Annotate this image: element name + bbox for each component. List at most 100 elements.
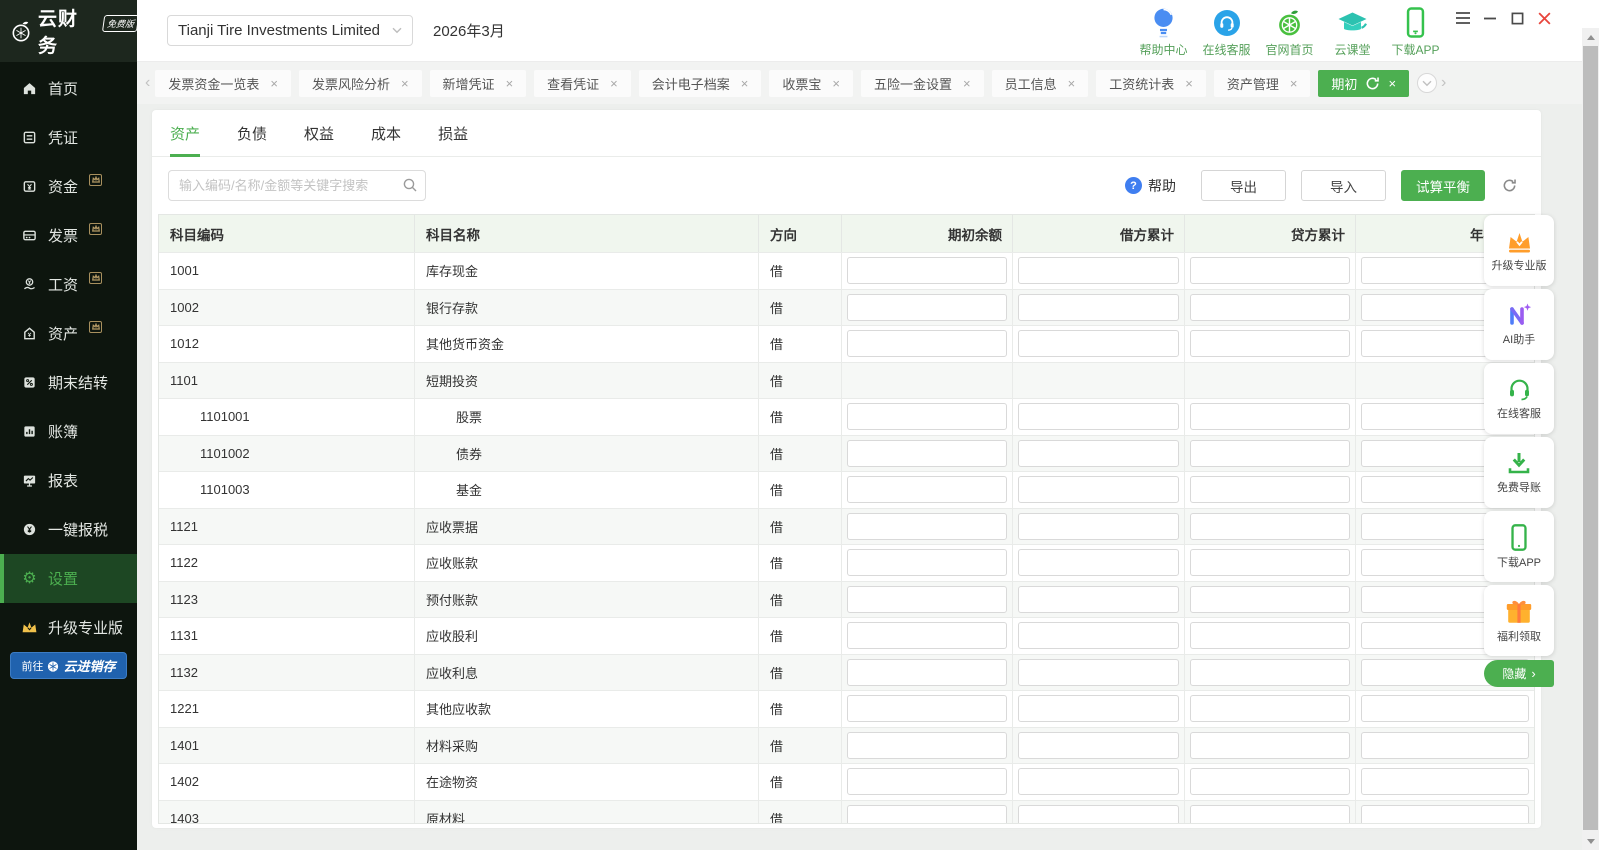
close-icon[interactable]: × bbox=[1068, 77, 1076, 90]
refresh-icon[interactable] bbox=[1502, 178, 1517, 193]
window-close-button[interactable] bbox=[1536, 10, 1552, 26]
credit-total-input[interactable] bbox=[1190, 257, 1350, 284]
close-icon[interactable]: × bbox=[741, 77, 749, 90]
panel-item-benefits[interactable]: 福利领取 bbox=[1484, 585, 1554, 656]
close-icon[interactable]: × bbox=[401, 77, 409, 90]
import-button[interactable]: 导入 bbox=[1301, 170, 1386, 201]
opening-balance-input[interactable] bbox=[847, 257, 1007, 284]
opening-balance-input[interactable] bbox=[847, 330, 1007, 357]
credit-total-input[interactable] bbox=[1190, 622, 1350, 649]
quick-link-download-app[interactable]: 下载APP bbox=[1384, 5, 1447, 58]
sidebar-item-reports[interactable]: 报表 bbox=[0, 456, 137, 505]
credit-total-input[interactable] bbox=[1190, 768, 1350, 795]
debit-total-input[interactable] bbox=[1018, 732, 1179, 759]
tab-资产管理[interactable]: 资产管理 × bbox=[1214, 70, 1311, 97]
opening-balance-input[interactable] bbox=[847, 549, 1007, 576]
opening-balance-input[interactable] bbox=[847, 294, 1007, 321]
credit-total-input[interactable] bbox=[1190, 330, 1350, 357]
debit-total-input[interactable] bbox=[1018, 805, 1179, 823]
debit-total-input[interactable] bbox=[1018, 695, 1179, 722]
tabs-scroll-left-icon[interactable]: ‹ bbox=[141, 75, 154, 91]
goto-cloud-invoicing-button[interactable]: 前往 云进销存 bbox=[10, 652, 127, 679]
close-icon[interactable]: × bbox=[1185, 77, 1193, 90]
help-link[interactable]: ? 帮助 bbox=[1125, 176, 1176, 196]
debit-total-input[interactable] bbox=[1018, 257, 1179, 284]
search-icon[interactable] bbox=[402, 177, 418, 193]
tab-查看凭证[interactable]: 查看凭证 × bbox=[534, 70, 631, 97]
panel-item-free-import[interactable]: 免费导账 bbox=[1484, 437, 1554, 508]
quick-link-help-center[interactable]: 帮助中心 bbox=[1132, 5, 1195, 58]
search-input[interactable] bbox=[168, 170, 426, 201]
category-tab-资产[interactable]: 资产 bbox=[170, 110, 200, 156]
close-icon[interactable]: × bbox=[270, 77, 278, 90]
opening-balance-input[interactable] bbox=[847, 586, 1007, 613]
sidebar-item-funds[interactable]: 资金 bbox=[0, 162, 137, 211]
sidebar-item-period-closing[interactable]: 期末结转 bbox=[0, 358, 137, 407]
debit-total-input[interactable] bbox=[1018, 403, 1179, 430]
year-begin-balance-input[interactable] bbox=[1361, 768, 1529, 795]
tab-list-dropdown-icon[interactable] bbox=[1417, 73, 1437, 93]
tab-员工信息[interactable]: 员工信息 × bbox=[992, 70, 1089, 97]
debit-total-input[interactable] bbox=[1018, 294, 1179, 321]
opening-balance-input[interactable] bbox=[847, 695, 1007, 722]
window-menu-button[interactable] bbox=[1455, 10, 1471, 26]
debit-total-input[interactable] bbox=[1018, 476, 1179, 503]
close-icon[interactable]: × bbox=[1388, 77, 1396, 90]
sidebar-item-voucher[interactable]: 凭证 bbox=[0, 113, 137, 162]
company-selector[interactable]: Tianji Tire Investments Limited bbox=[167, 15, 413, 46]
close-icon[interactable]: × bbox=[610, 77, 618, 90]
scroll-up-icon[interactable] bbox=[1582, 29, 1599, 45]
debit-total-input[interactable] bbox=[1018, 622, 1179, 649]
opening-balance-input[interactable] bbox=[847, 659, 1007, 686]
panel-item-download-app[interactable]: 下载APP bbox=[1484, 511, 1554, 582]
sidebar-item-home[interactable]: 首页 bbox=[0, 64, 137, 113]
trial-balance-button[interactable]: 试算平衡 bbox=[1401, 170, 1485, 201]
debit-total-input[interactable] bbox=[1018, 513, 1179, 540]
sidebar-item-upgrade[interactable]: 升级专业版 bbox=[0, 603, 137, 652]
quick-link-online-service[interactable]: 在线客服 bbox=[1195, 5, 1258, 58]
opening-balance-input[interactable] bbox=[847, 805, 1007, 823]
debit-total-input[interactable] bbox=[1018, 659, 1179, 686]
panel-item-ai-assistant[interactable]: AI助手 bbox=[1484, 289, 1554, 360]
hide-panel-button[interactable]: 隐藏 › bbox=[1484, 660, 1554, 687]
sidebar-item-salary[interactable]: 工资 bbox=[0, 260, 137, 309]
panel-item-online-service[interactable]: 在线客服 bbox=[1484, 363, 1554, 434]
tab-会计电子档案[interactable]: 会计电子档案 × bbox=[639, 70, 762, 97]
category-tab-负债[interactable]: 负债 bbox=[237, 110, 267, 156]
sidebar-item-settings[interactable]: ⚙ 设置 bbox=[0, 554, 137, 603]
credit-total-input[interactable] bbox=[1190, 695, 1350, 722]
panel-item-upgrade-pro[interactable]: 升级专业版 bbox=[1484, 215, 1554, 286]
window-minimize-button[interactable] bbox=[1482, 10, 1498, 26]
debit-total-input[interactable] bbox=[1018, 330, 1179, 357]
sidebar-item-tax-filing[interactable]: 一键报税 bbox=[0, 505, 137, 554]
debit-total-input[interactable] bbox=[1018, 440, 1179, 467]
quick-link-official-site[interactable]: 官网首页 bbox=[1258, 5, 1321, 58]
tabs-scroll-right-icon[interactable]: › bbox=[1437, 75, 1450, 91]
opening-balance-input[interactable] bbox=[847, 768, 1007, 795]
opening-balance-input[interactable] bbox=[847, 476, 1007, 503]
credit-total-input[interactable] bbox=[1190, 549, 1350, 576]
year-begin-balance-input[interactable] bbox=[1361, 732, 1529, 759]
close-icon[interactable]: × bbox=[963, 77, 971, 90]
accounting-period[interactable]: 2026年3月 bbox=[433, 20, 505, 41]
credit-total-input[interactable] bbox=[1190, 805, 1350, 823]
debit-total-input[interactable] bbox=[1018, 768, 1179, 795]
close-icon[interactable]: × bbox=[1290, 77, 1298, 90]
tab-发票资金一览表[interactable]: 发票资金一览表 × bbox=[155, 70, 291, 97]
refresh-icon[interactable] bbox=[1365, 76, 1380, 91]
debit-total-input[interactable] bbox=[1018, 586, 1179, 613]
opening-balance-input[interactable] bbox=[847, 440, 1007, 467]
credit-total-input[interactable] bbox=[1190, 440, 1350, 467]
category-tab-权益[interactable]: 权益 bbox=[304, 110, 334, 156]
opening-balance-input[interactable] bbox=[847, 513, 1007, 540]
tab-发票风险分析[interactable]: 发票风险分析 × bbox=[299, 70, 422, 97]
credit-total-input[interactable] bbox=[1190, 513, 1350, 540]
close-icon[interactable]: × bbox=[832, 77, 840, 90]
sidebar-item-invoice[interactable]: 发票 bbox=[0, 211, 137, 260]
opening-balance-input[interactable] bbox=[847, 403, 1007, 430]
debit-total-input[interactable] bbox=[1018, 549, 1179, 576]
tab-收票宝[interactable]: 收票宝 × bbox=[769, 70, 853, 97]
credit-total-input[interactable] bbox=[1190, 586, 1350, 613]
export-button[interactable]: 导出 bbox=[1201, 170, 1286, 201]
credit-total-input[interactable] bbox=[1190, 403, 1350, 430]
